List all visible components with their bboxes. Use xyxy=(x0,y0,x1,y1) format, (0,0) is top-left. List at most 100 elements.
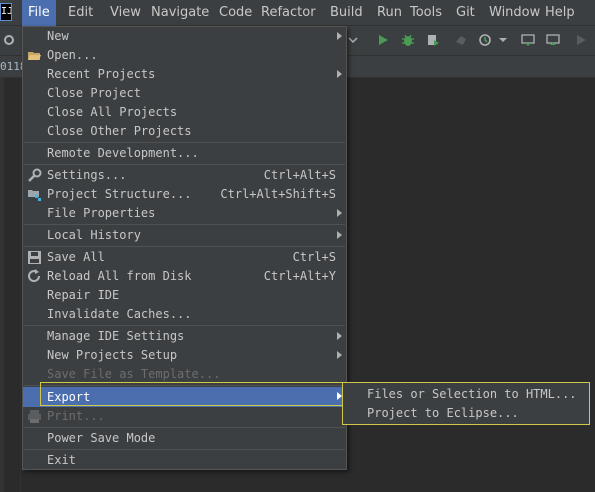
run-config-dropdown-icon[interactable] xyxy=(348,33,358,47)
print-icon xyxy=(28,410,41,423)
menu-item-label: Save All xyxy=(47,250,105,264)
menu-item-label: Local History xyxy=(47,228,141,242)
submenu-arrow-icon xyxy=(337,70,342,78)
menu-item-files-to-html[interactable]: Files or Selection to HTML... xyxy=(367,385,577,404)
menu-separator xyxy=(24,449,345,450)
profile-icon[interactable] xyxy=(454,33,468,47)
menu-item-file-properties[interactable]: File Properties xyxy=(23,204,346,223)
menu-item-label: Recent Projects xyxy=(47,67,156,81)
build-icon[interactable] xyxy=(478,33,492,47)
coverage-icon[interactable] xyxy=(426,33,440,47)
submenu-arrow-icon xyxy=(337,209,342,217)
project-structure-icon xyxy=(28,190,41,201)
submenu-arrow-icon xyxy=(337,351,342,359)
shortcut-label: Ctrl+Alt+S xyxy=(263,168,336,182)
reload-icon xyxy=(28,269,41,283)
menu-bar: IJ File Edit View Navigate Code Refactor… xyxy=(0,0,595,26)
menu-item-label: New Projects Setup xyxy=(47,348,178,362)
menu-item-reload-all[interactable]: Reload All from Disk Ctrl+Alt+Y xyxy=(23,267,346,286)
menu-item-repair-ide[interactable]: Repair IDE xyxy=(23,286,346,305)
menu-item-label: Invalidate Caches... xyxy=(47,307,192,321)
shortcut-label: Ctrl+Alt+Y xyxy=(263,269,336,283)
editor-divider xyxy=(20,78,21,492)
menu-item-close-other-projects[interactable]: Close Other Projects xyxy=(23,122,346,141)
submenu-arrow-icon xyxy=(337,231,342,239)
run-icon[interactable] xyxy=(376,33,390,47)
menu-item-label: Close All Projects xyxy=(47,105,178,119)
export-submenu: Files or Selection to HTML... Project to… xyxy=(342,382,590,425)
save-icon xyxy=(28,251,41,264)
menu-item-project-to-eclipse[interactable]: Project to Eclipse... xyxy=(367,404,519,423)
menu-edit[interactable]: Edit xyxy=(68,0,93,26)
menu-item-save-all[interactable]: Save All Ctrl+S xyxy=(23,248,346,267)
menu-separator xyxy=(24,246,345,247)
git-commit-icon[interactable] xyxy=(546,33,560,47)
menu-item-label: File Properties xyxy=(47,206,156,220)
menu-item-recent-projects[interactable]: Recent Projects xyxy=(23,65,346,84)
menu-item-label: Power Save Mode xyxy=(47,431,156,445)
wrench-icon xyxy=(28,168,42,182)
menu-window[interactable]: Window xyxy=(489,0,540,26)
menu-item-label: Remote Development... xyxy=(47,146,199,160)
submenu-arrow-icon xyxy=(337,332,342,340)
menu-item-label: Manage IDE Settings xyxy=(47,329,185,343)
menu-item-label: Export xyxy=(47,390,91,404)
menu-help[interactable]: Help xyxy=(545,0,575,26)
menu-item-label: Reload All from Disk xyxy=(47,269,192,283)
scrollbar-area[interactable] xyxy=(586,78,595,492)
app-logo[interactable]: IJ xyxy=(0,3,12,21)
menu-separator xyxy=(24,385,345,386)
settings-icon[interactable] xyxy=(2,33,16,47)
menu-item-project-structure[interactable]: Project Structure... Ctrl+Alt+Shift+S xyxy=(23,185,346,204)
menu-item-label: Open... xyxy=(47,48,98,62)
git-push-icon[interactable] xyxy=(574,33,588,47)
menu-navigate[interactable]: Navigate xyxy=(151,0,209,26)
menu-item-label: Close Project xyxy=(47,86,141,100)
menu-refactor[interactable]: Refactor xyxy=(261,0,316,26)
menu-build[interactable]: Build xyxy=(330,0,363,26)
menu-item-close-all-projects[interactable]: Close All Projects xyxy=(23,103,346,122)
menu-separator xyxy=(24,325,345,326)
menu-tools[interactable]: Tools xyxy=(410,0,442,26)
tool-window-strip xyxy=(0,78,4,492)
menu-run[interactable]: Run xyxy=(377,0,402,26)
menu-item-invalidate-caches[interactable]: Invalidate Caches... xyxy=(23,305,346,324)
menu-item-manage-ide-settings[interactable]: Manage IDE Settings xyxy=(23,327,346,346)
menu-item-settings[interactable]: Settings... Ctrl+Alt+S xyxy=(23,166,346,185)
shortcut-label: Ctrl+Alt+Shift+S xyxy=(220,187,336,201)
menu-item-exit[interactable]: Exit xyxy=(23,451,346,470)
menu-item-label: Settings... xyxy=(47,168,127,182)
menu-item-remote-development[interactable]: Remote Development... xyxy=(23,144,346,163)
folder-open-icon xyxy=(28,52,41,60)
menu-item-close-project[interactable]: Close Project xyxy=(23,84,346,103)
file-menu-dropdown: New Open... Recent Projects Close Projec… xyxy=(22,26,347,470)
menu-item-new[interactable]: New xyxy=(23,27,346,46)
menu-item-label: New xyxy=(47,29,69,43)
menu-item-label: Print... xyxy=(47,409,105,423)
menu-view[interactable]: View xyxy=(110,0,141,26)
menu-item-label: Exit xyxy=(47,453,76,467)
menu-item-local-history[interactable]: Local History xyxy=(23,226,346,245)
shortcut-label: Ctrl+S xyxy=(292,250,336,264)
menu-item-label: Save File as Template... xyxy=(47,367,221,381)
git-update-icon[interactable] xyxy=(521,33,535,47)
debug-icon[interactable] xyxy=(401,33,415,47)
menu-item-power-save-mode[interactable]: Power Save Mode xyxy=(23,429,346,448)
menu-item-save-file-as-template: Save File as Template... xyxy=(23,365,346,384)
menu-item-open[interactable]: Open... xyxy=(23,46,346,65)
submenu-arrow-icon xyxy=(337,32,342,40)
menu-separator xyxy=(24,164,345,165)
menu-code[interactable]: Code xyxy=(219,0,252,26)
menu-item-label: Close Other Projects xyxy=(47,124,192,138)
menu-file[interactable]: File xyxy=(22,0,56,26)
menu-separator xyxy=(24,142,345,143)
menu-item-print: Print... xyxy=(23,407,346,426)
menu-item-label: Project Structure... xyxy=(47,187,192,201)
menu-separator xyxy=(24,224,345,225)
menu-git[interactable]: Git xyxy=(456,0,475,26)
menu-item-new-projects-setup[interactable]: New Projects Setup xyxy=(23,346,346,365)
menu-item-export[interactable]: Export xyxy=(23,387,346,407)
menu-separator xyxy=(24,427,345,428)
menu-item-label: Repair IDE xyxy=(47,288,120,302)
build-dropdown-icon[interactable] xyxy=(498,33,508,47)
